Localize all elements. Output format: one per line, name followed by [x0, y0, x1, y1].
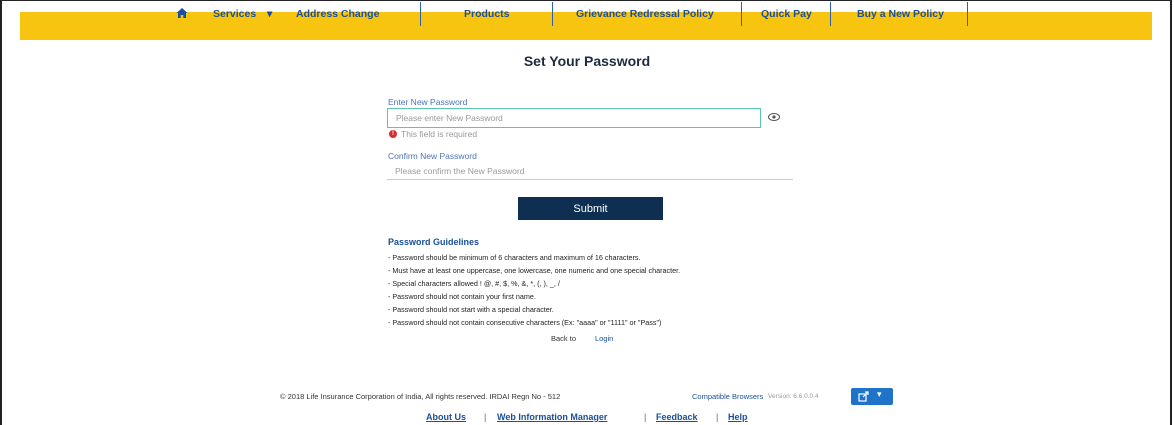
guideline-item: - Password should not contain your first…	[388, 292, 536, 301]
nav-divider	[552, 2, 553, 26]
share-icon	[858, 391, 869, 402]
guideline-item: - Password should not start with a speci…	[388, 305, 554, 314]
exclamation-icon: !	[389, 130, 397, 138]
nav-divider	[420, 2, 421, 26]
chevron-down-icon: ▾	[877, 389, 882, 399]
nav-services[interactable]: Services	[213, 0, 256, 28]
copyright-text: © 2018 Life Insurance Corporation of Ind…	[280, 392, 561, 401]
confirm-password-label: Confirm New Password	[388, 151, 477, 161]
guideline-item: - Must have at least one uppercase, one …	[388, 266, 681, 275]
nav-buy-new-policy[interactable]: Buy a New Policy	[857, 0, 944, 28]
guideline-item: - Special characters allowed ! @, #, $, …	[388, 279, 560, 288]
nav-grievance-policy[interactable]: Grievance Redressal Policy	[576, 0, 714, 28]
home-icon[interactable]	[176, 7, 188, 19]
new-password-label: Enter New Password	[388, 97, 468, 107]
version-text: Version: 6.6.0.0.4	[768, 393, 819, 400]
back-to-text: Back to	[551, 334, 577, 343]
footer-divider: |	[484, 412, 487, 422]
footer-divider: |	[644, 412, 647, 422]
eye-icon[interactable]	[768, 112, 780, 122]
footer-about-link[interactable]: About Us	[426, 412, 466, 422]
confirm-password-input[interactable]	[387, 162, 793, 180]
footer-divider: |	[716, 412, 719, 422]
footer-wim-link[interactable]: Web Information Manager	[497, 412, 607, 422]
nav-quick-pay[interactable]: Quick Pay	[761, 0, 812, 28]
caret-down-icon[interactable]: ▾	[267, 0, 272, 28]
compatible-browsers-link[interactable]: Compatible Browsers	[692, 392, 763, 401]
share-menu-button[interactable]: ▾	[851, 388, 893, 405]
guideline-item: - Password should be minimum of 6 charac…	[388, 253, 641, 262]
footer-feedback-link[interactable]: Feedback	[656, 412, 698, 422]
new-password-input[interactable]	[387, 108, 761, 128]
login-link[interactable]: Login	[595, 334, 613, 343]
footer-help-link[interactable]: Help	[728, 412, 748, 422]
nav-divider	[967, 2, 968, 26]
nav-divider	[830, 2, 831, 26]
guideline-item: - Password should not contain consecutiv…	[388, 318, 662, 327]
nav-address-change[interactable]: Address Change	[296, 0, 379, 28]
nav-divider	[741, 2, 742, 26]
submit-button[interactable]: Submit	[518, 197, 663, 220]
nav-products[interactable]: Products	[464, 0, 510, 28]
guidelines-title: Password Guidelines	[388, 237, 480, 247]
error-message: This field is required	[401, 129, 478, 139]
page-title: Set Your Password	[523, 53, 651, 69]
